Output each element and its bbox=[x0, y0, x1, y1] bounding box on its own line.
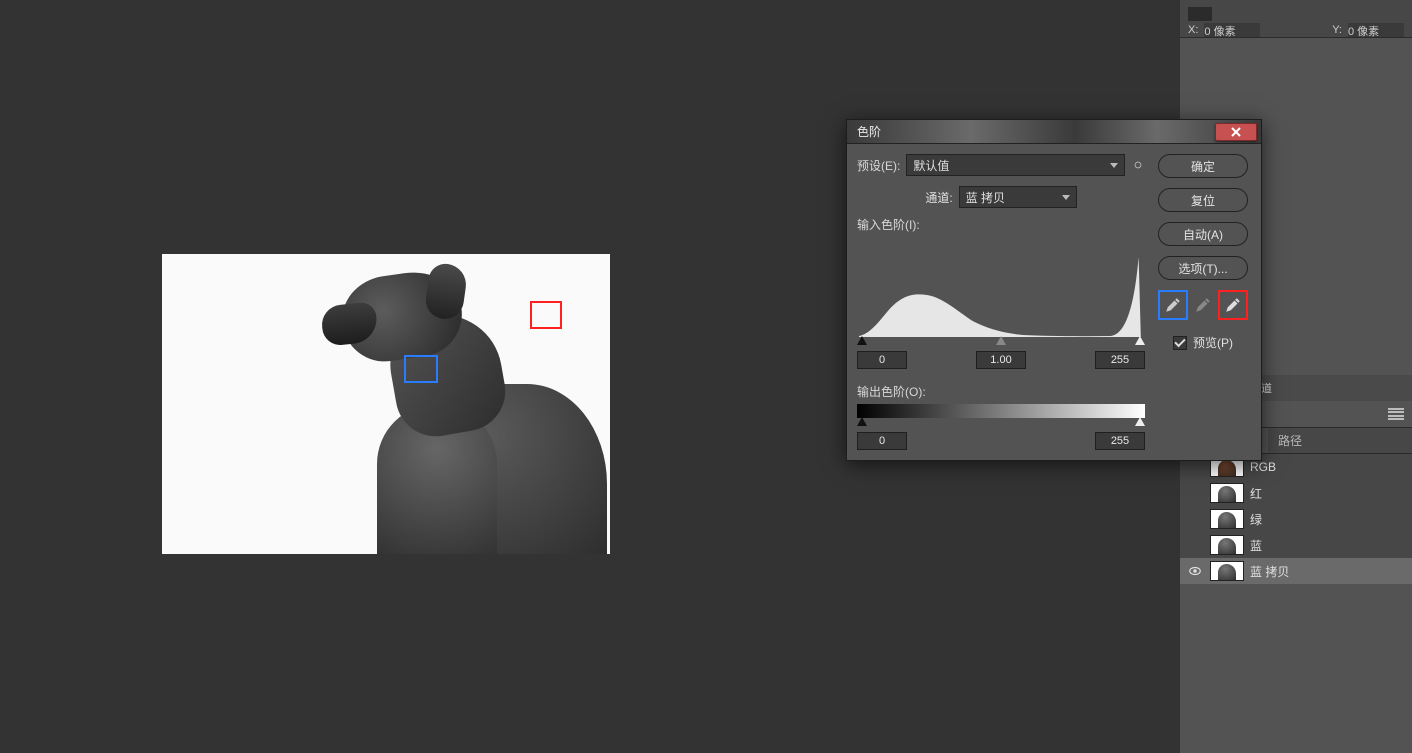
visibility-toggle[interactable] bbox=[1186, 536, 1204, 554]
levels-title-text: 色阶 bbox=[857, 123, 881, 140]
output-black-slider[interactable] bbox=[857, 417, 867, 426]
input-levels-label: 输入色阶(I): bbox=[857, 216, 1145, 233]
output-levels-label: 输出色阶(O): bbox=[857, 383, 1145, 400]
histogram[interactable] bbox=[857, 237, 1145, 337]
channel-row-red[interactable]: 红 bbox=[1180, 480, 1412, 506]
close-button[interactable] bbox=[1215, 123, 1257, 141]
channel-label: 红 bbox=[1250, 485, 1262, 502]
chevron-down-icon bbox=[1110, 163, 1118, 168]
eyedropper-icon bbox=[1224, 296, 1242, 314]
info-x-label: X: bbox=[1188, 24, 1198, 36]
panel-menu-icon[interactable] bbox=[1388, 408, 1404, 420]
eye-icon bbox=[1188, 564, 1202, 578]
channel-label: 蓝 拷贝 bbox=[1250, 563, 1289, 580]
channel-label: 蓝 bbox=[1250, 537, 1262, 554]
chevron-down-icon bbox=[1062, 195, 1070, 200]
channel-thumb bbox=[1210, 509, 1244, 529]
white-sample-marker[interactable] bbox=[530, 301, 562, 329]
output-white-field[interactable] bbox=[1095, 432, 1145, 450]
canvas-image[interactable] bbox=[162, 254, 610, 554]
output-white-slider[interactable] bbox=[1135, 417, 1145, 426]
info-panel: X: 0 像素 Y: 0 像素 bbox=[1180, 0, 1412, 38]
channel-row-green[interactable]: 绿 bbox=[1180, 506, 1412, 532]
channel-label: 通道: bbox=[925, 189, 952, 206]
tab-paths[interactable]: 路径 bbox=[1268, 428, 1312, 453]
highlights-slider[interactable] bbox=[1135, 336, 1145, 345]
input-gamma-field[interactable] bbox=[976, 351, 1026, 369]
input-black-field[interactable] bbox=[857, 351, 907, 369]
preset-value: 默认值 bbox=[913, 157, 949, 174]
visibility-toggle[interactable] bbox=[1186, 510, 1204, 528]
output-black-field[interactable] bbox=[857, 432, 907, 450]
info-x-value: 0 像素 bbox=[1204, 23, 1260, 37]
eyedropper-icon bbox=[1164, 296, 1182, 314]
reset-button[interactable]: 复位 bbox=[1158, 188, 1248, 212]
histogram-graphic bbox=[859, 237, 1143, 337]
black-point-eyedropper[interactable] bbox=[1160, 292, 1186, 318]
ok-button[interactable]: 确定 bbox=[1158, 154, 1248, 178]
gray-point-eyedropper[interactable] bbox=[1190, 292, 1216, 318]
channels-list: RGB 红 绿 蓝 蓝 拷贝 bbox=[1180, 454, 1412, 584]
close-icon bbox=[1231, 127, 1241, 137]
channel-value: 蓝 拷贝 bbox=[966, 189, 1005, 206]
channel-row-blue[interactable]: 蓝 bbox=[1180, 532, 1412, 558]
channel-label: RGB bbox=[1250, 460, 1276, 474]
preset-label: 预设(E): bbox=[857, 157, 900, 174]
options-button[interactable]: 选项(T)... bbox=[1158, 256, 1248, 280]
preview-label: 预览(P) bbox=[1193, 334, 1233, 351]
visibility-toggle[interactable] bbox=[1186, 484, 1204, 502]
preset-menu-icon[interactable] bbox=[1131, 158, 1145, 172]
channel-row-blue-copy[interactable]: 蓝 拷贝 bbox=[1180, 558, 1412, 584]
info-y-label: Y: bbox=[1332, 24, 1342, 36]
shadows-slider[interactable] bbox=[857, 336, 867, 345]
levels-dialog: 色阶 预设(E): 默认值 通道: 蓝 bbox=[846, 119, 1262, 461]
info-y-value: 0 像素 bbox=[1348, 23, 1404, 37]
channel-thumb bbox=[1210, 483, 1244, 503]
channel-dropdown[interactable]: 蓝 拷贝 bbox=[959, 186, 1077, 208]
levels-titlebar[interactable]: 色阶 bbox=[847, 120, 1261, 144]
auto-button[interactable]: 自动(A) bbox=[1158, 222, 1248, 246]
white-point-eyedropper[interactable] bbox=[1220, 292, 1246, 318]
channel-thumb bbox=[1210, 535, 1244, 555]
dog-silhouette bbox=[317, 254, 617, 554]
channel-label: 绿 bbox=[1250, 511, 1262, 528]
eyedropper-icon bbox=[1194, 296, 1212, 314]
channel-thumb bbox=[1210, 561, 1244, 581]
visibility-toggle[interactable] bbox=[1186, 562, 1204, 580]
output-gradient[interactable] bbox=[857, 404, 1145, 418]
input-white-field[interactable] bbox=[1095, 351, 1145, 369]
eyedropper-group bbox=[1160, 292, 1246, 318]
midtones-slider[interactable] bbox=[996, 336, 1006, 345]
preview-checkbox[interactable] bbox=[1173, 336, 1187, 350]
info-swatch bbox=[1188, 7, 1212, 21]
preset-dropdown[interactable]: 默认值 bbox=[906, 154, 1125, 176]
black-sample-marker[interactable] bbox=[404, 355, 438, 383]
